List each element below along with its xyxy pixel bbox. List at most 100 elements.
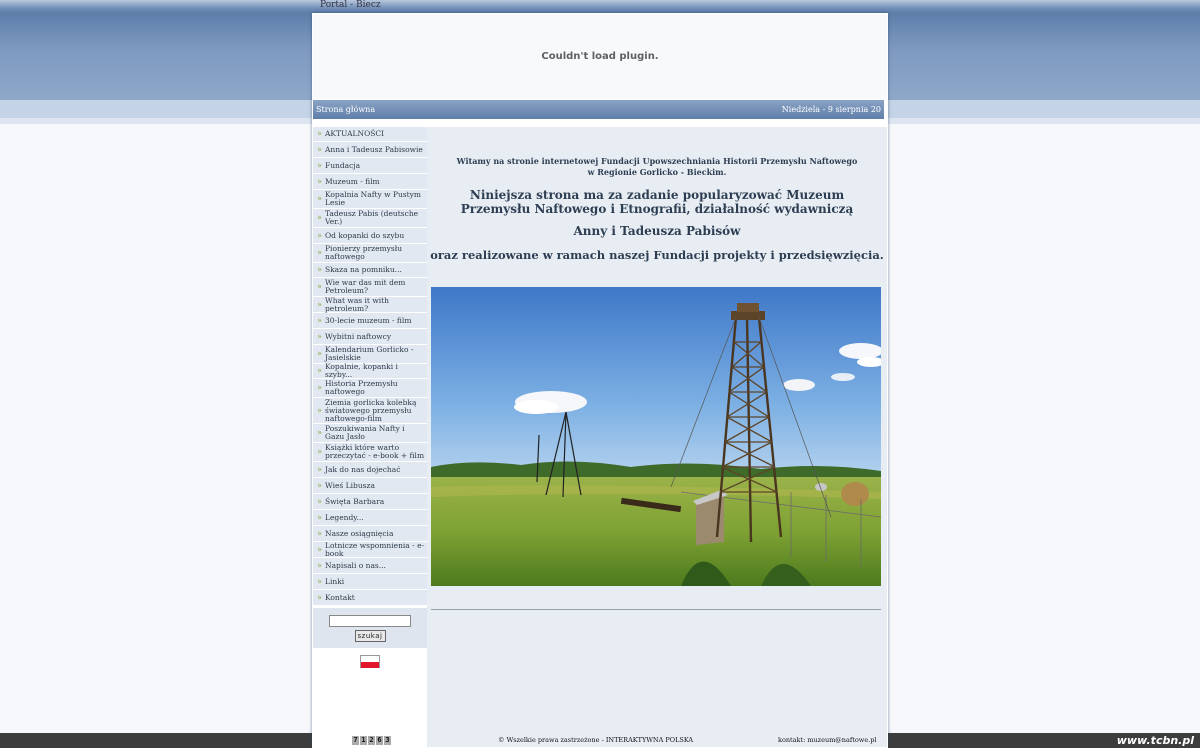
welcome-text: Witamy na stronie internetowej Fundacji … xyxy=(427,156,887,178)
sidebar-menu-item-label: Ziemia gorlicka kolebką światowego przem… xyxy=(325,397,417,423)
arrow-bullet-icon: » xyxy=(317,480,322,490)
arrow-bullet-icon: » xyxy=(317,528,322,538)
sidebar-menu-item[interactable]: » Wieś Libusza xyxy=(313,478,427,493)
sidebar-menu-item[interactable]: » Poszukiwania Nafty i Gazu Jasło xyxy=(313,424,427,442)
arrow-bullet-icon: » xyxy=(317,176,322,186)
arrow-bullet-icon: » xyxy=(317,405,322,415)
sidebar-menu-item[interactable]: » Wybitni naftowcy xyxy=(313,329,427,344)
sidebar-menu-item-label: Legendy... xyxy=(325,512,364,522)
sidebar-menu-item[interactable]: » Historia Przemysłu naftowego xyxy=(313,379,427,397)
sidebar-menu-item-label: Tadeusz Pabis (deutsche Ver.) xyxy=(325,209,419,226)
mission-text: Niniejsza strona ma za zadanie popularyz… xyxy=(460,188,854,216)
counter-digit: 3 xyxy=(384,736,391,745)
welcome-line-2: w Regionie Gorlicko - Bieckim. xyxy=(587,167,727,177)
page-container: Couldn't load plugin. Strona główna Nied… xyxy=(312,13,888,748)
sidebar-menu-item-label: Fundacja xyxy=(325,160,361,170)
sidebar-menu-item[interactable]: » Napisali o nas... xyxy=(313,558,427,573)
menu-list: » AKTUALNOŚCI» Anna i Tadeusz Pabisowie» Fu… xyxy=(313,127,427,605)
arrow-bullet-icon: » xyxy=(317,544,322,554)
footer-copyright: © Wszelkie prawa zastrzeżone - INTERAKTY… xyxy=(498,736,694,744)
sidebar-menu-item[interactable]: » Święta Barbara xyxy=(313,494,427,509)
sidebar-menu-item[interactable]: » Legendy... xyxy=(313,510,427,525)
current-date: Niedziela - 9 sierpnia 20 xyxy=(781,105,881,114)
founders-names: Anny i Tadeusza Pabisów xyxy=(573,224,741,238)
sidebar-menu-item[interactable]: » Książki które warto przeczytać - e-book… xyxy=(313,443,427,461)
sidebar-menu-item[interactable]: » Fundacja xyxy=(313,158,427,173)
sidebar-menu: » AKTUALNOŚCI» Anna i Tadeusz Pabisowie» Fu… xyxy=(313,127,427,747)
sidebar-menu-item-label: Kopalnie, kopanki i szyby... xyxy=(325,362,398,379)
sidebar-menu-item[interactable]: » Nasze osiągnięcia xyxy=(313,526,427,541)
sidebar-menu-item-label: AKTUALNOŚCI xyxy=(325,129,385,138)
main-content: Witamy na stronie internetowej Fundacji … xyxy=(427,127,887,747)
sidebar-menu-item[interactable]: » 30-lecie muzeum - film xyxy=(313,313,427,328)
search-button[interactable]: szukaj xyxy=(354,630,386,642)
sidebar-menu-item[interactable]: » Tadeusz Pabis (deutsche Ver.) xyxy=(313,209,427,227)
footer-contact[interactable]: kontakt: muzeum@naftowe.pl xyxy=(778,736,877,744)
sidebar-menu-item-label: Wybitni naftowcy xyxy=(325,331,392,341)
sidebar-menu-item-label: Linki xyxy=(325,576,345,586)
sidebar-menu-item[interactable]: » Lotnicze wspomnienia - e-book xyxy=(313,540,427,558)
sidebar-menu-item[interactable]: » Kalendarium Gorlicko - Jasielskie xyxy=(313,345,427,363)
sidebar-menu-item[interactable]: » Skaza na pomniku... xyxy=(313,263,427,277)
sidebar-menu-item[interactable]: » AKTUALNOŚCI xyxy=(313,127,427,141)
arrow-bullet-icon: » xyxy=(317,349,322,358)
counter-digit: 7 xyxy=(352,736,359,745)
window-title: Portal - Biecz xyxy=(320,0,381,10)
arrow-bullet-icon: » xyxy=(317,160,322,170)
arrow-bullet-icon: » xyxy=(317,560,322,570)
sidebar-menu-item-label: Pionierzy przemysłu naftowego xyxy=(325,244,403,261)
sidebar-menu-item[interactable]: » Kopalnia Nafty w Pustym Lesie xyxy=(313,190,427,208)
sidebar-menu-item[interactable]: » Muzeum - film xyxy=(313,174,427,189)
plugin-placeholder[interactable]: Couldn't load plugin. xyxy=(313,14,887,99)
plugin-message: Couldn't load plugin. xyxy=(541,51,659,62)
oil-derrick-photo xyxy=(431,287,881,586)
arrow-bullet-icon: » xyxy=(317,265,322,274)
arrow-bullet-icon: » xyxy=(317,129,322,138)
sidebar-menu-item-label: Skaza na pomniku... xyxy=(325,265,402,274)
visit-counter: 7 1 2 6 3 xyxy=(352,736,392,745)
sidebar-menu-item[interactable]: » Kontakt xyxy=(313,590,427,605)
sidebar-menu-item[interactable]: » Kopalnie, kopanki i szyby... xyxy=(313,362,427,379)
sidebar-menu-item[interactable]: » Wie war das mit dem Petroleum? xyxy=(313,278,427,296)
arrow-bullet-icon: » xyxy=(317,213,322,222)
arrow-bullet-icon: » xyxy=(317,447,322,456)
sidebar-menu-item-label: Nasze osiągnięcia xyxy=(325,528,394,538)
sidebar-menu-item[interactable]: » Pionierzy przemysłu naftowego xyxy=(313,244,427,262)
sidebar-menu-item-label: Od kopanki do szybu xyxy=(325,230,405,240)
sidebar-menu-item-label: Jak do nas dojechać xyxy=(325,464,401,474)
sidebar-menu-item-label: Święta Barbara xyxy=(325,496,385,506)
sidebar-menu-item[interactable]: » Jak do nas dojechać xyxy=(313,462,427,477)
sidebar-menu-item-label: Wie war das mit dem Petroleum? xyxy=(325,278,406,295)
sidebar-menu-item-label: Książki które warto przeczytać - e-book … xyxy=(325,443,425,460)
sidebar-menu-item-label: Lotnicze wspomnienia - e-book xyxy=(325,540,425,558)
arrow-bullet-icon: » xyxy=(317,144,322,154)
search-box: szukaj xyxy=(313,608,427,648)
sidebar-menu-item-label: Kontakt xyxy=(325,592,355,602)
counter-digit: 1 xyxy=(360,736,367,745)
sidebar-menu-item-label: Muzeum - film xyxy=(325,176,380,186)
arrow-bullet-icon: » xyxy=(317,576,322,586)
arrow-bullet-icon: » xyxy=(317,248,322,257)
arrow-bullet-icon: » xyxy=(317,383,322,392)
sidebar-menu-item-label: Kalendarium Gorlicko - Jasielskie xyxy=(325,345,414,362)
sidebar-menu-item[interactable]: » Anna i Tadeusz Pabisowie xyxy=(313,142,427,157)
sidebar-menu-item[interactable]: » What was it with petroleum? xyxy=(313,296,427,312)
search-input[interactable] xyxy=(329,615,411,627)
top-navbar: Strona główna Niedziela - 9 sierpnia 20 xyxy=(313,100,884,119)
arrow-bullet-icon: » xyxy=(317,428,322,437)
home-link[interactable]: Strona główna xyxy=(316,105,375,114)
welcome-line-1: Witamy na stronie internetowej Fundacji … xyxy=(456,156,858,166)
arrow-bullet-icon: » xyxy=(317,282,322,291)
sidebar-menu-item[interactable]: » Od kopanki do szybu xyxy=(313,228,427,243)
arrow-bullet-icon: » xyxy=(317,592,322,602)
sidebar-menu-item[interactable]: » Ziemia gorlicka kolebką światowego prze… xyxy=(313,398,427,423)
arrow-bullet-icon: » xyxy=(317,512,322,522)
sidebar-menu-item[interactable]: » Linki xyxy=(313,574,427,589)
arrow-bullet-icon: » xyxy=(317,496,322,506)
sidebar-menu-item-label: Poszukiwania Nafty i Gazu Jasło xyxy=(325,424,405,441)
sidebar-menu-item-label: 30-lecie muzeum - film xyxy=(325,315,412,325)
top-band xyxy=(0,0,1200,14)
arrow-bullet-icon: » xyxy=(317,366,322,375)
projects-text: oraz realizowane w ramach naszej Fundacj… xyxy=(430,248,884,262)
polish-flag-icon[interactable] xyxy=(360,655,380,668)
